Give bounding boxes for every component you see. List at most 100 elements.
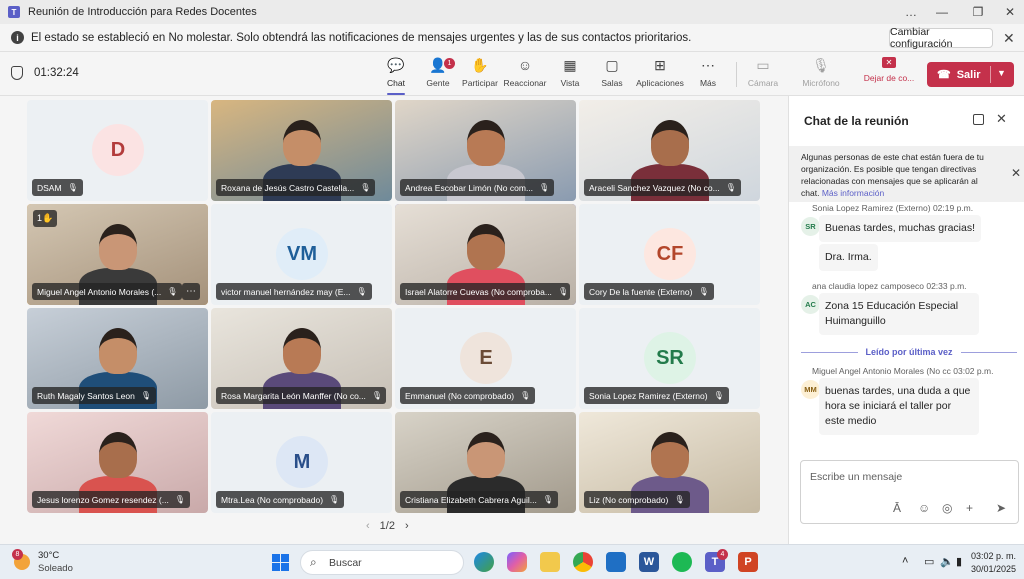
raise-hand-button[interactable]: ✋ Participar: [457, 57, 503, 93]
leave-label: Salir: [956, 68, 981, 81]
participant-tile[interactable]: Israel Alatorre Cuevas (No comproba... 🎙: [395, 204, 576, 305]
participant-tile[interactable]: Jesus lorenzo Gomez resendez (... 🎙: [27, 412, 208, 513]
spotify-icon[interactable]: [672, 552, 692, 572]
add-icon: ⊞: [654, 56, 666, 73]
powerpoint-icon[interactable]: P: [738, 552, 758, 572]
mic-off-icon: 🎙: [67, 183, 78, 192]
participant-tile[interactable]: Araceli Sanchez Vazquez (No co... 🎙: [579, 100, 760, 201]
rooms-button[interactable]: ▢ Salas: [589, 57, 635, 93]
avatar: AC: [801, 295, 820, 314]
emoji-icon[interactable]: ☺: [918, 501, 930, 515]
chat-button[interactable]: 💬 Chat: [373, 56, 419, 95]
participant-name-label: Israel Alatorre Cuevas (No comproba... 🎙: [400, 283, 570, 300]
participant-tile[interactable]: Ruth Magaly Santos Leon 🎙: [27, 308, 208, 409]
last-read-divider: Leído por última vez: [801, 347, 1018, 357]
participant-name-label: Jesus lorenzo Gomez resendez (... 🎙: [32, 491, 190, 508]
taskbar-search[interactable]: ⌕ Buscar: [300, 550, 464, 575]
external-notice: Algunas personas de este chat están fuer…: [789, 146, 1024, 202]
participant-tile[interactable]: CF Cory De la fuente (Externo) 🎙: [579, 204, 760, 305]
participant-name-label: Cristiana Elizabeth Cabrera Aguil... 🎙: [400, 491, 558, 508]
participant-tile[interactable]: VM victor manuel hernández may (E... 🎙: [211, 204, 392, 305]
word-icon[interactable]: W: [639, 552, 659, 572]
participant-tile[interactable]: Cristiana Elizabeth Cabrera Aguil... 🎙: [395, 412, 576, 513]
file-explorer-icon[interactable]: [540, 552, 560, 572]
speaker-icon[interactable]: 🔈: [940, 555, 954, 568]
participant-tile[interactable]: M Mtra.Lea (No comprobado) 🎙: [211, 412, 392, 513]
title-bar: T Reunión de Introducción para Redes Doc…: [0, 0, 1024, 24]
battery-icon[interactable]: ▮: [956, 555, 962, 568]
participant-tile[interactable]: D DSAM 🎙: [27, 100, 208, 201]
leave-button[interactable]: ☎ Salir ▼: [927, 62, 1014, 87]
copilot-icon[interactable]: [507, 552, 527, 572]
close-notice-icon[interactable]: ✕: [1011, 166, 1021, 180]
edge-icon[interactable]: [474, 552, 494, 572]
participant-name: victor manuel hernández may (E...: [221, 286, 351, 297]
mic-off-icon: 🎙: [360, 183, 371, 192]
mic-button[interactable]: 🎙 Micrófono: [798, 57, 844, 93]
shield-icon: [11, 66, 23, 80]
react-button[interactable]: ☺ Reaccionar: [502, 57, 548, 93]
apps-button[interactable]: ⊞ Aplicaciones: [636, 56, 684, 93]
more-label: Más: [699, 78, 717, 88]
avatar: SR: [801, 217, 820, 236]
display-icon[interactable]: ▭: [924, 555, 934, 568]
search-icon: ⌕: [310, 555, 317, 569]
next-page-icon[interactable]: ›: [405, 520, 409, 532]
camera-button[interactable]: ▭ Cámara: [740, 57, 786, 93]
close-chat-icon[interactable]: ✕: [996, 111, 1007, 127]
participant-name-label: Ruth Magaly Santos Leon 🎙: [32, 387, 156, 404]
emoji-icon: ☺: [517, 57, 533, 73]
loop-icon[interactable]: ◎: [942, 501, 952, 515]
view-button[interactable]: ▦ Vista: [547, 57, 593, 93]
participant-tile[interactable]: E Emmanuel (No comprobado) 🎙: [395, 308, 576, 409]
more-button[interactable]: ⋯ Más: [685, 57, 731, 93]
mic-off-icon: 🎙: [725, 183, 736, 192]
chevron-up-icon[interactable]: ˄: [902, 555, 908, 567]
clock[interactable]: 03:02 p. m. 30/01/2025: [968, 550, 1016, 576]
teams-badge: 4: [717, 549, 728, 560]
chevron-down-icon[interactable]: ▼: [997, 68, 1006, 78]
participant-head: [467, 120, 505, 166]
change-settings-button[interactable]: Cambiar configuración: [889, 26, 993, 50]
participant-avatar: E: [460, 332, 512, 384]
prev-page-icon[interactable]: ‹: [366, 520, 370, 532]
chat-icon: 💬: [387, 56, 405, 73]
close-icon[interactable]: ✕: [1003, 30, 1015, 47]
stop-share-button[interactable]: ✕ Dejar de co...: [864, 57, 914, 93]
close-window-button[interactable]: ✕: [992, 0, 1024, 24]
participant-tile[interactable]: 1✋ ⋯ Miguel Angel Antonio Morales (... 🎙: [27, 204, 208, 305]
store-icon[interactable]: [606, 552, 626, 572]
start-icon[interactable]: [272, 554, 289, 571]
mic-off-icon: 🎙: [539, 183, 550, 192]
mic-off-icon: 🎙: [674, 495, 685, 504]
search-label: Buscar: [329, 557, 362, 569]
participant-tile[interactable]: Roxana de Jesús Castro Castella... 🎙: [211, 100, 392, 201]
participant-avatar: CF: [644, 228, 696, 280]
more-info-link[interactable]: Más información: [822, 188, 884, 198]
mic-off-icon: 🎙: [371, 391, 383, 400]
participant-name-label: DSAM 🎙: [32, 179, 83, 196]
compose-box[interactable]: Escribe un mensaje Ā ☺ ◎ + ➤: [800, 460, 1019, 524]
popout-icon[interactable]: [973, 114, 984, 125]
maximize-button[interactable]: ❐: [960, 0, 996, 24]
participant-tile[interactable]: SR Sonia Lopez Ramirez (Externo) 🎙: [579, 308, 760, 409]
window-title: Reunión de Introducción para Redes Docen…: [28, 6, 257, 18]
mic-off-icon: 🎙: [713, 391, 724, 400]
attach-icon[interactable]: +: [966, 501, 973, 515]
mic-off-icon: 🎙: [329, 495, 340, 504]
mic-off-icon: 🎙: [542, 495, 553, 504]
participant-tile[interactable]: Rosa Margarita León Manffer (No co... 🎙: [211, 308, 392, 409]
minimize-button[interactable]: —: [924, 0, 960, 24]
format-icon[interactable]: Ā: [893, 501, 901, 515]
participant-tile[interactable]: Andrea Escobar Limón (No com... 🎙: [395, 100, 576, 201]
message-bubble: buenas tardes, una duda a que hora se in…: [819, 378, 979, 435]
participant-head: [467, 224, 505, 270]
people-button[interactable]: 👤 1 Gente: [415, 57, 461, 93]
participant-avatar: M: [276, 436, 328, 488]
send-icon[interactable]: ➤: [996, 501, 1006, 515]
participant-avatar: D: [92, 124, 144, 176]
tile-more-icon[interactable]: ⋯: [182, 283, 200, 300]
participant-head: [651, 120, 689, 166]
chrome-icon[interactable]: [573, 552, 593, 572]
participant-tile[interactable]: Liz (No comprobado) 🎙: [579, 412, 760, 513]
